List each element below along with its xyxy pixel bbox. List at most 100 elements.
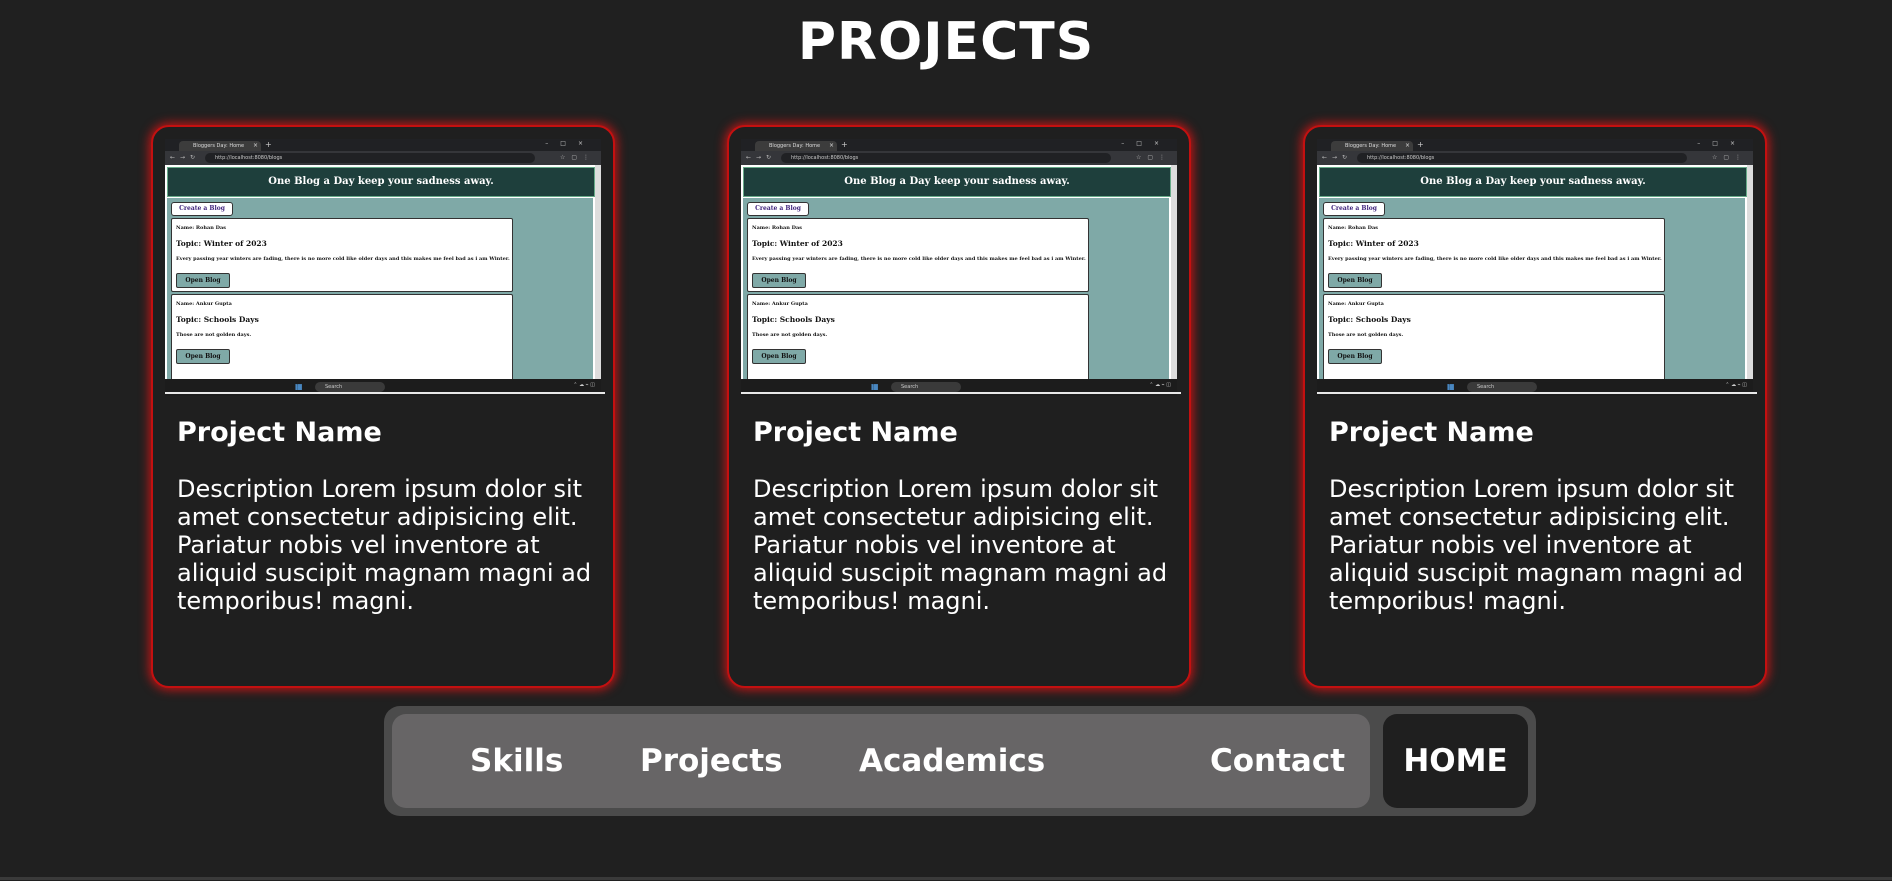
project-screenshot: Bloggers Day: Home × + –□× ←→↻ http://loc… xyxy=(741,139,1177,396)
blog-post: Name: Rohan Das Topic: Winter of 2023 Ev… xyxy=(747,218,1089,292)
system-tray-icon: ⌃ ☁ ⌁ ◫ xyxy=(1725,382,1747,388)
browser-addressbar: ←→↻ http://localhost:8080/blogs ☆▢⋮ xyxy=(741,151,1177,165)
nav-links-group: Skills Projects Academics Contact xyxy=(392,714,1370,808)
blog-header: One Blog a Day keep your sadness away. xyxy=(743,167,1171,197)
project-screenshot: Bloggers Day: Home × + –□× ←→↻ http://loc… xyxy=(165,139,601,396)
nav-arrows-icon: ←→↻ xyxy=(170,154,201,161)
browser-tab-label: Bloggers Day: Home xyxy=(769,143,821,149)
browser-viewport: One Blog a Day keep your sadness away. C… xyxy=(1317,165,1753,381)
browser-tab: Bloggers Day: Home × xyxy=(1331,141,1413,151)
blog-post: Name: Ankur Gupta Topic: Schools Days Th… xyxy=(171,294,513,381)
post-author: Name: Ankur Gupta xyxy=(176,301,232,307)
scrollbar xyxy=(1747,165,1753,379)
post-text: Every passing year winters are fading, t… xyxy=(1328,256,1662,262)
open-blog-button: Open Blog xyxy=(176,349,230,364)
project-description: Description Lorem ipsum dolor sit amet c… xyxy=(753,475,1168,615)
extensions-icon: ☆▢⋮ xyxy=(559,154,595,161)
url-field: http://localhost:8080/blogs xyxy=(1357,153,1687,163)
create-blog-button: Create a Blog xyxy=(1323,202,1385,216)
post-text: Every passing year winters are fading, t… xyxy=(752,256,1086,262)
project-title: Project Name xyxy=(753,417,958,448)
browser-tab: Bloggers Day: Home × xyxy=(755,141,837,151)
browser-tabbar: Bloggers Day: Home × + –□× xyxy=(1317,139,1753,151)
url-field: http://localhost:8080/blogs xyxy=(205,153,535,163)
blog-post: Name: Rohan Das Topic: Winter of 2023 Ev… xyxy=(171,218,513,292)
blog-post: Name: Ankur Gupta Topic: Schools Days Th… xyxy=(747,294,1089,381)
project-screenshot: Bloggers Day: Home × + –□× ←→↻ http://loc… xyxy=(1317,139,1753,396)
window-controls-icon: –□× xyxy=(545,140,595,147)
extensions-icon: ☆▢⋮ xyxy=(1135,154,1171,161)
post-author: Name: Ankur Gupta xyxy=(1328,301,1384,307)
nav-link-academics[interactable]: Academics xyxy=(859,714,1045,808)
divider xyxy=(1317,392,1757,394)
browser-tab: Bloggers Day: Home × xyxy=(179,141,261,151)
post-text: Those are not golden days. xyxy=(752,332,828,338)
create-blog-button: Create a Blog xyxy=(171,202,233,216)
home-button[interactable]: HOME xyxy=(1383,714,1528,808)
post-text: Every passing year winters are fading, t… xyxy=(176,256,510,262)
blog-post: Name: Rohan Das Topic: Winter of 2023 Ev… xyxy=(1323,218,1665,292)
blog-body: Create a Blog Name: Rohan Das Topic: Win… xyxy=(167,198,593,381)
open-blog-button: Open Blog xyxy=(1328,349,1382,364)
post-topic: Topic: Winter of 2023 xyxy=(1328,239,1419,248)
project-card[interactable]: Bloggers Day: Home × + –□× ←→↻ http://loc… xyxy=(151,125,615,688)
bottom-divider xyxy=(0,877,1892,880)
project-title: Project Name xyxy=(1329,417,1534,448)
browser-tabbar: Bloggers Day: Home × + –□× xyxy=(165,139,601,151)
open-blog-button: Open Blog xyxy=(1328,273,1382,288)
scrollbar xyxy=(595,165,601,379)
plus-icon: + xyxy=(841,140,848,149)
browser-addressbar: ←→↻ http://localhost:8080/blogs ☆▢⋮ xyxy=(165,151,601,165)
bottom-navbar: Skills Projects Academics Contact HOME xyxy=(384,706,1536,816)
browser-addressbar: ←→↻ http://localhost:8080/blogs ☆▢⋮ xyxy=(1317,151,1753,165)
project-card[interactable]: Bloggers Day: Home × + –□× ←→↻ http://loc… xyxy=(1303,125,1767,688)
post-author: Name: Rohan Das xyxy=(752,225,802,231)
taskbar-search: Search xyxy=(891,382,961,392)
windows-icon: ▦ xyxy=(295,382,306,391)
nav-link-skills[interactable]: Skills xyxy=(470,714,563,808)
system-tray-icon: ⌃ ☁ ⌁ ◫ xyxy=(573,382,595,388)
plus-icon: + xyxy=(1417,140,1424,149)
post-topic: Topic: Schools Days xyxy=(752,315,835,324)
windows-icon: ▦ xyxy=(1447,382,1458,391)
plus-icon: + xyxy=(265,140,272,149)
nav-link-projects[interactable]: Projects xyxy=(640,714,783,808)
open-blog-button: Open Blog xyxy=(752,273,806,288)
windows-icon: ▦ xyxy=(871,382,882,391)
browser-viewport: One Blog a Day keep your sadness away. C… xyxy=(741,165,1177,381)
project-description: Description Lorem ipsum dolor sit amet c… xyxy=(1329,475,1744,615)
browser-tabbar: Bloggers Day: Home × + –□× xyxy=(741,139,1177,151)
create-blog-button: Create a Blog xyxy=(747,202,809,216)
close-icon: × xyxy=(1404,142,1410,149)
post-author: Name: Rohan Das xyxy=(1328,225,1378,231)
close-icon: × xyxy=(828,142,834,149)
open-blog-button: Open Blog xyxy=(176,273,230,288)
extensions-icon: ☆▢⋮ xyxy=(1711,154,1747,161)
blog-header: One Blog a Day keep your sadness away. xyxy=(167,167,595,197)
nav-arrows-icon: ←→↻ xyxy=(746,154,777,161)
blog-body: Create a Blog Name: Rohan Das Topic: Win… xyxy=(1319,198,1745,381)
project-description: Description Lorem ipsum dolor sit amet c… xyxy=(177,475,592,615)
project-card[interactable]: Bloggers Day: Home × + –□× ←→↻ http://loc… xyxy=(727,125,1191,688)
open-blog-button: Open Blog xyxy=(752,349,806,364)
post-text: Those are not golden days. xyxy=(176,332,252,338)
taskbar-search: Search xyxy=(1467,382,1537,392)
blog-header: One Blog a Day keep your sadness away. xyxy=(1319,167,1747,197)
page-title: PROJECTS xyxy=(797,12,1095,72)
scrollbar xyxy=(1171,165,1177,379)
browser-tab-label: Bloggers Day: Home xyxy=(1345,143,1397,149)
post-author: Name: Ankur Gupta xyxy=(752,301,808,307)
blog-post: Name: Ankur Gupta Topic: Schools Days Th… xyxy=(1323,294,1665,381)
browser-viewport: One Blog a Day keep your sadness away. C… xyxy=(165,165,601,381)
blog-body: Create a Blog Name: Rohan Das Topic: Win… xyxy=(743,198,1169,381)
close-icon: × xyxy=(252,142,258,149)
window-controls-icon: –□× xyxy=(1697,140,1747,147)
project-title: Project Name xyxy=(177,417,382,448)
nav-arrows-icon: ←→↻ xyxy=(1322,154,1353,161)
post-topic: Topic: Winter of 2023 xyxy=(176,239,267,248)
window-controls-icon: –□× xyxy=(1121,140,1171,147)
browser-tab-label: Bloggers Day: Home xyxy=(193,143,245,149)
post-topic: Topic: Winter of 2023 xyxy=(752,239,843,248)
taskbar-search: Search xyxy=(315,382,385,392)
nav-link-contact[interactable]: Contact xyxy=(1210,714,1345,808)
